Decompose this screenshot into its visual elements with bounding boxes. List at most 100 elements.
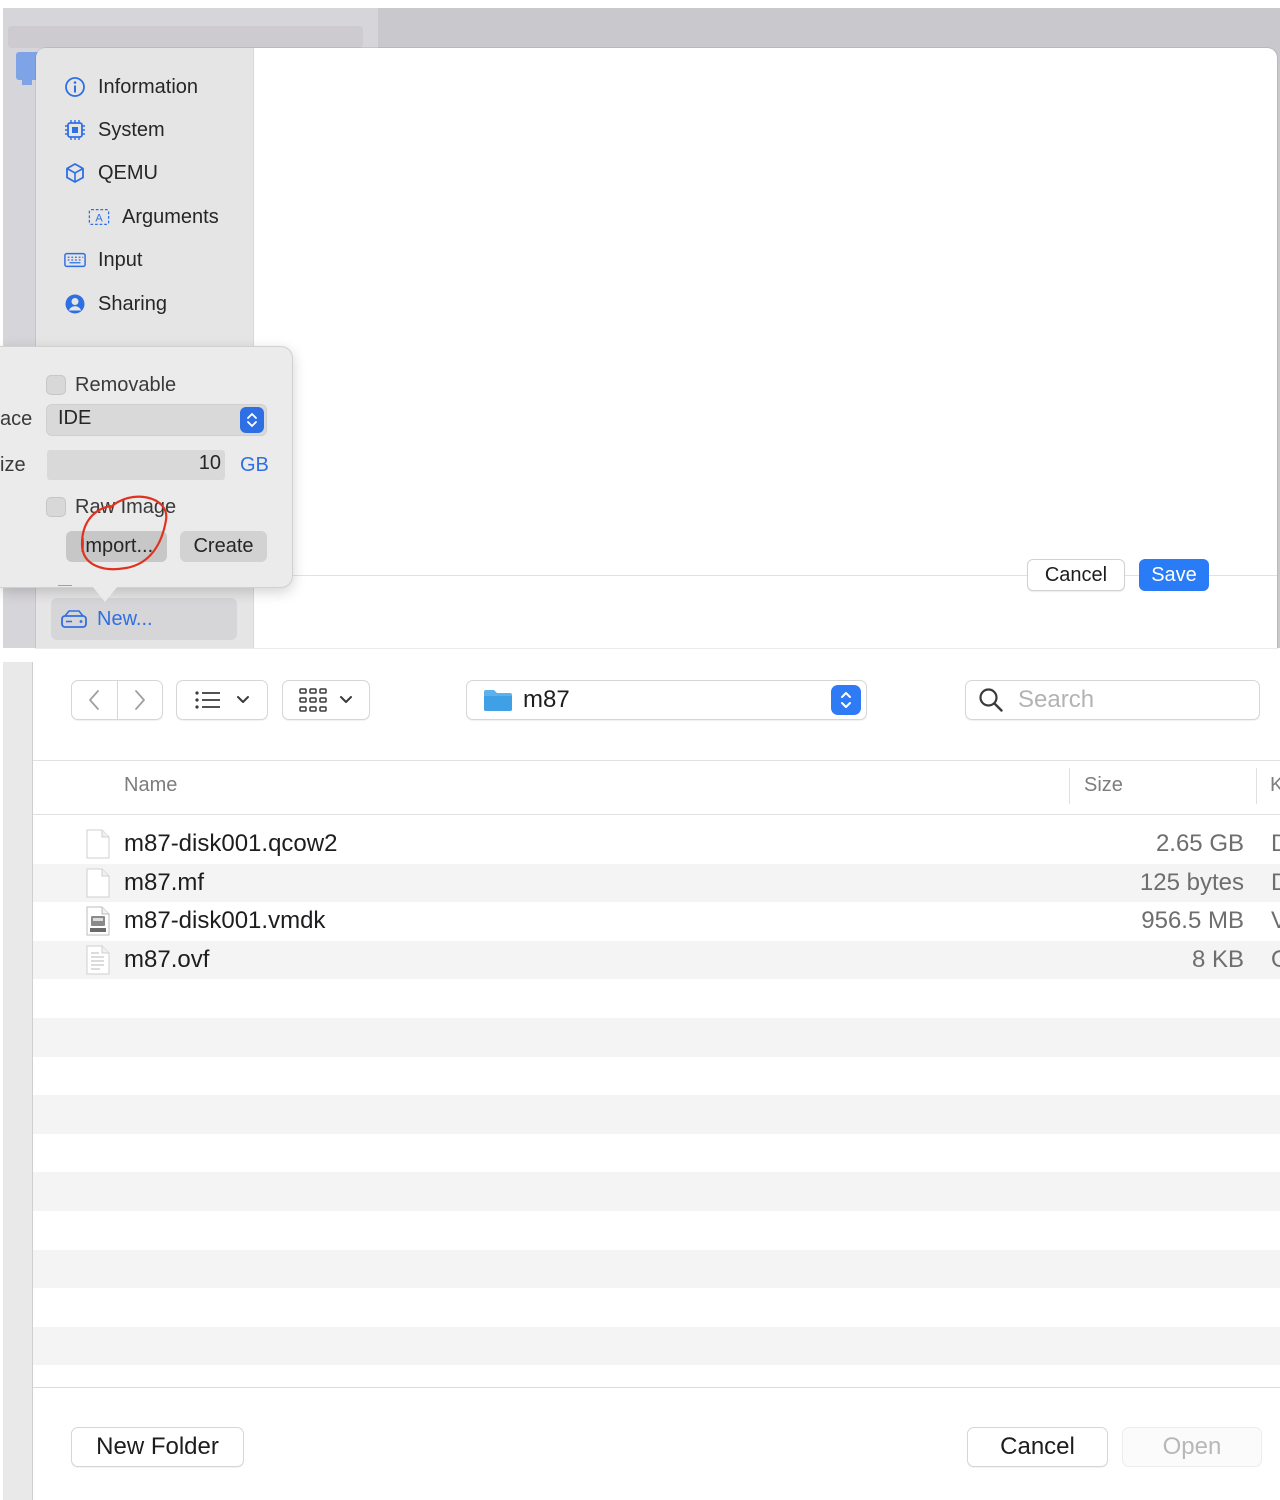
raw-image-label: Raw Image: [75, 496, 177, 518]
empty-row: [33, 1095, 1280, 1134]
cancel-button[interactable]: Cancel: [967, 1427, 1108, 1467]
blank-document-icon: [86, 829, 110, 859]
forward-button[interactable]: [117, 681, 162, 719]
icon-view-button[interactable]: [282, 680, 370, 720]
obscured-sidebar-section: —: [58, 576, 73, 592]
empty-row: [33, 1017, 1280, 1057]
file-name: m87.mf: [124, 868, 205, 896]
interface-value: IDE: [58, 407, 92, 429]
search-field[interactable]: Search: [965, 680, 1260, 720]
chevron-down-icon: [340, 696, 352, 703]
empty-row: [33, 1172, 1280, 1211]
list-view-button[interactable]: [176, 680, 268, 720]
sidebar-item-label: System: [98, 118, 165, 141]
empty-row: [33, 1249, 1280, 1289]
file-name: m87-disk001.vmdk: [124, 907, 326, 935]
cancel-button[interactable]: Cancel: [1027, 559, 1125, 591]
header-bottom-border: [33, 814, 1280, 815]
svg-text:A: A: [95, 213, 103, 225]
file-list: m87-disk001.qcow2 2.65 GB D m87.mf 125 b…: [33, 825, 1280, 1366]
file-kind: V: [1271, 907, 1280, 935]
sidebar-item-label: Input: [98, 248, 143, 271]
table-row[interactable]: m87-disk001.qcow2 2.65 GB D: [33, 825, 1280, 864]
search-placeholder: Search: [1018, 686, 1095, 713]
column-header-name[interactable]: Name: [124, 774, 177, 797]
updown-chevron-icon: [831, 685, 861, 715]
chevron-down-icon: [237, 696, 249, 703]
icon-grid-icon: [299, 688, 327, 712]
file-name: m87.ovf: [124, 945, 210, 973]
cpu-chip-icon: [64, 119, 86, 141]
size-unit-label[interactable]: GB: [240, 454, 269, 477]
new-drive-button[interactable]: New...: [51, 598, 237, 640]
removable-checkbox[interactable]: [46, 375, 66, 395]
empty-row: [33, 1326, 1280, 1366]
sidebar-item-label: Sharing: [98, 292, 167, 315]
empty-row: [33, 979, 1280, 1018]
sidebar-item-label: Arguments: [122, 205, 219, 228]
sidebar-item-label: Information: [98, 75, 199, 98]
file-size: 125 bytes: [1139, 868, 1244, 896]
empty-row: [33, 1211, 1280, 1250]
popover-arrow: [92, 586, 118, 602]
column-header-size[interactable]: Size: [1084, 774, 1123, 797]
folder-icon: [483, 688, 513, 712]
import-button[interactable]: Import...: [66, 531, 167, 562]
file-size: 956.5 MB: [1141, 907, 1244, 935]
table-row[interactable]: m87.mf 125 bytes D: [33, 863, 1280, 903]
sidebar-item-information[interactable]: Information: [64, 74, 198, 100]
sidebar-item-arguments[interactable]: A Arguments: [88, 204, 219, 230]
file-name: m87-disk001.qcow2: [124, 830, 338, 857]
column-header-kind[interactable]: K: [1270, 774, 1280, 797]
size-value: 10: [198, 452, 221, 474]
header-top-border: [33, 760, 1280, 761]
chevron-left-icon: [89, 690, 100, 710]
column-separator[interactable]: [1256, 768, 1257, 804]
empty-row: [33, 1057, 1280, 1096]
interface-label: ace: [0, 408, 33, 430]
removable-label: Removable: [75, 374, 177, 396]
column-separator[interactable]: [1069, 768, 1070, 804]
open-button[interactable]: Open: [1122, 1427, 1262, 1467]
sidebar-item-qemu[interactable]: QEMU: [64, 160, 158, 186]
empty-row: [33, 1134, 1280, 1173]
location-popup[interactable]: m87: [466, 680, 867, 720]
list-view-icon: [195, 691, 220, 709]
arguments-a-icon: A: [88, 206, 110, 228]
footer-divider: [33, 1387, 1280, 1388]
text-document-icon: [86, 945, 110, 975]
sidebar-item-input[interactable]: Input: [64, 247, 142, 273]
file-kind: D: [1271, 830, 1280, 857]
vmdk-document-icon: [86, 906, 110, 936]
save-button[interactable]: Save: [1139, 559, 1209, 591]
file-kind: O: [1271, 946, 1280, 974]
create-button[interactable]: Create: [180, 531, 267, 562]
chevron-right-icon: [134, 690, 145, 710]
cube-icon: [64, 162, 86, 184]
new-drive-label: New...: [97, 607, 153, 630]
table-row[interactable]: m87-disk001.vmdk 956.5 MB V: [33, 902, 1280, 941]
raw-image-checkbox[interactable]: [46, 497, 66, 517]
location-label: m87: [523, 686, 570, 713]
keyboard-icon: [64, 249, 86, 271]
back-button[interactable]: [72, 681, 117, 719]
sidebar-item-sharing[interactable]: Sharing: [64, 291, 167, 317]
size-label: ize: [0, 454, 26, 476]
drive-add-icon: [61, 609, 89, 629]
table-row[interactable]: m87.ovf 8 KB O: [33, 940, 1280, 980]
sidebar-item-label: QEMU: [98, 161, 158, 184]
settings-window-screenshot: Information System QEMU A Arguments Inpu…: [0, 0, 1280, 650]
sidebar-item-system[interactable]: System: [64, 117, 165, 143]
dialog-left-edge: [3, 662, 33, 1500]
file-size: 8 KB: [1191, 945, 1244, 973]
open-file-dialog-screenshot: m87 Search Name Size K m87-disk001.qcow2…: [0, 662, 1280, 1500]
blank-document-icon: [86, 868, 110, 898]
file-size: 2.65 GB: [1155, 830, 1244, 857]
file-kind: D: [1271, 868, 1280, 896]
back-forward-control: [71, 680, 163, 720]
updown-chevron-icon: [240, 407, 264, 433]
info-circle-icon: [64, 76, 86, 98]
person-circle-icon: [64, 293, 86, 315]
new-folder-button[interactable]: New Folder: [71, 1427, 244, 1467]
empty-row: [33, 1288, 1280, 1327]
